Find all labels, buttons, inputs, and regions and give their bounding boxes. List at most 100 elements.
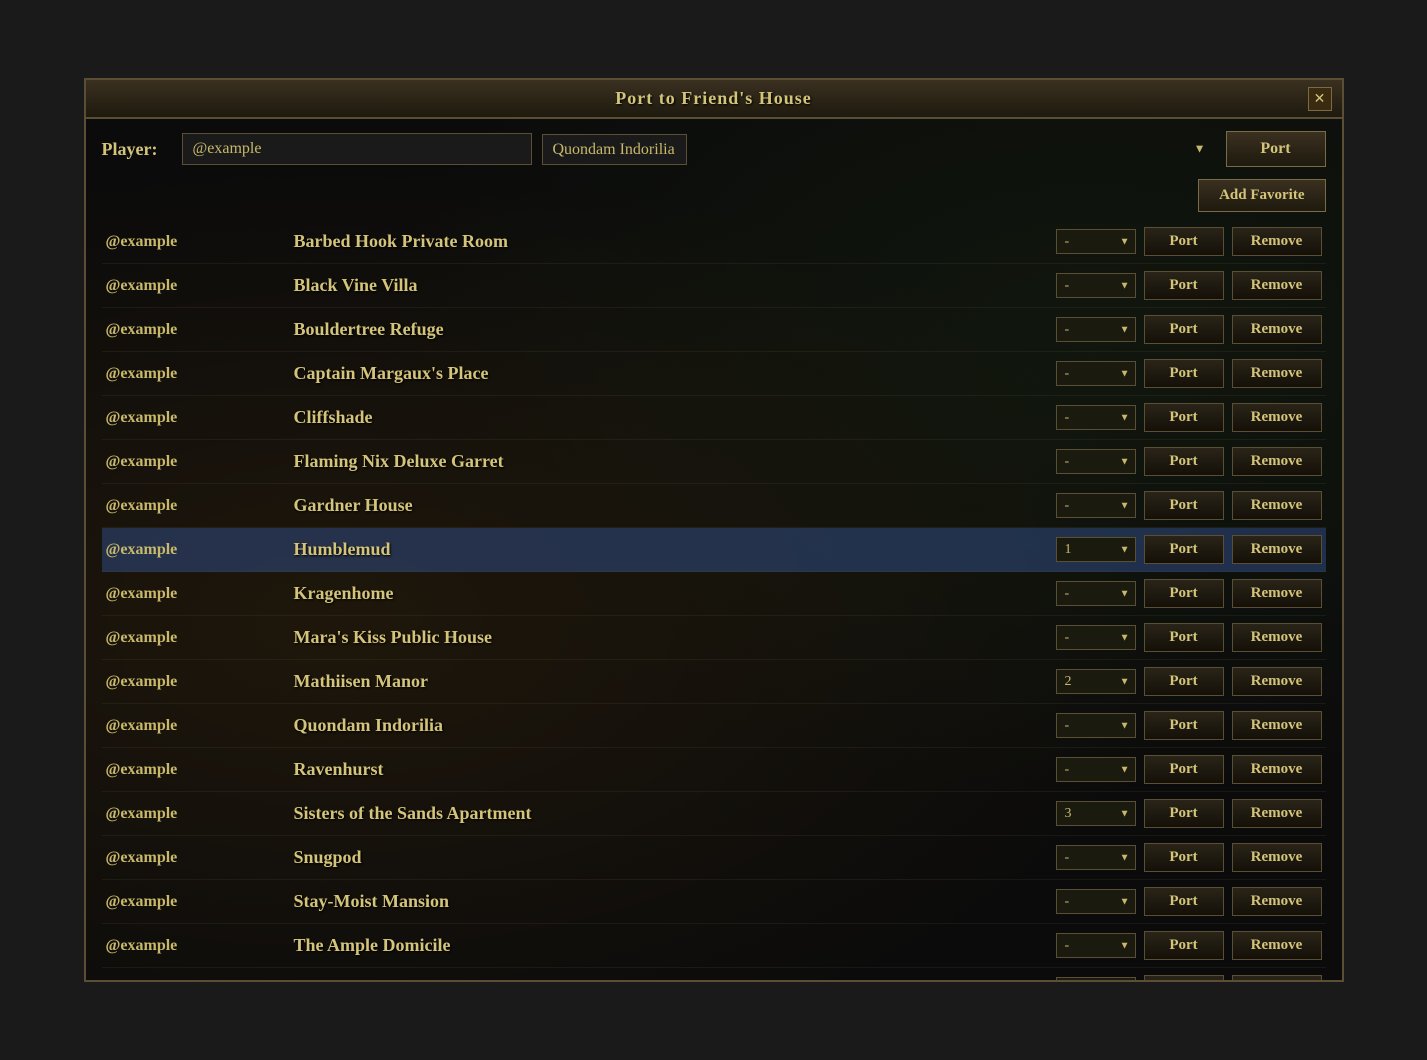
row-house-name: Snugpod [294,847,1048,868]
row-num-select[interactable]: - [1056,625,1136,650]
row-port-button[interactable]: Port [1144,447,1224,476]
row-num-select[interactable]: - [1056,493,1136,518]
row-num-wrapper: 1 [1056,537,1136,562]
row-port-col: Port [1144,975,1224,980]
row-remove-button[interactable]: Remove [1232,975,1322,980]
row-remove-button[interactable]: Remove [1232,799,1322,828]
row-remove-button[interactable]: Remove [1232,403,1322,432]
row-port-button[interactable]: Port [1144,887,1224,916]
row-port-button[interactable]: Port [1144,227,1224,256]
row-remove-button[interactable]: Remove [1232,315,1322,344]
row-port-col: Port [1144,887,1224,916]
row-remove-button[interactable]: Remove [1232,931,1322,960]
main-window: Port to Friend's House ✕ Player: Quondam… [84,78,1344,982]
row-player: @example [106,409,286,427]
row-remove-button[interactable]: Remove [1232,711,1322,740]
list-item: @example Sisters of the Sands Apartment … [102,792,1326,836]
row-remove-col: Remove [1232,975,1322,980]
row-num-select[interactable]: - [1056,273,1136,298]
row-num-select[interactable]: - [1056,757,1136,782]
row-player: @example [106,497,286,515]
row-port-button[interactable]: Port [1144,667,1224,696]
row-port-button[interactable]: Port [1144,755,1224,784]
row-remove-col: Remove [1232,535,1322,564]
row-num-select[interactable]: - [1056,889,1136,914]
row-port-button[interactable]: Port [1144,843,1224,872]
row-remove-button[interactable]: Remove [1232,447,1322,476]
row-remove-button[interactable]: Remove [1232,271,1322,300]
row-remove-col: Remove [1232,227,1322,256]
row-remove-button[interactable]: Remove [1232,579,1322,608]
row-port-button[interactable]: Port [1144,579,1224,608]
row-num-wrapper: - [1056,361,1136,386]
row-player: @example [106,453,286,471]
player-input[interactable] [182,133,532,165]
list-item: @example Gardner House - Port Remove [102,484,1326,528]
row-remove-button[interactable]: Remove [1232,227,1322,256]
row-num-select[interactable]: - [1056,317,1136,342]
row-remove-col: Remove [1232,887,1322,916]
row-remove-button[interactable]: Remove [1232,623,1322,652]
row-num-select[interactable]: 2 [1056,669,1136,694]
row-port-button[interactable]: Port [1144,623,1224,652]
main-port-button[interactable]: Port [1226,131,1326,167]
row-remove-button[interactable]: Remove [1232,535,1322,564]
row-num-select[interactable]: - [1056,977,1136,980]
row-port-col: Port [1144,491,1224,520]
row-remove-button[interactable]: Remove [1232,755,1322,784]
row-num-select[interactable]: - [1056,713,1136,738]
row-port-button[interactable]: Port [1144,799,1224,828]
row-remove-col: Remove [1232,579,1322,608]
row-house-name: Barbed Hook Private Room [294,231,1048,252]
row-port-button[interactable]: Port [1144,931,1224,960]
row-remove-col: Remove [1232,403,1322,432]
row-num-select[interactable]: 1 [1056,537,1136,562]
row-port-col: Port [1144,579,1224,608]
list-item: @example Mathiisen Manor 2 Port Remove [102,660,1326,704]
row-port-button[interactable]: Port [1144,271,1224,300]
row-num-select[interactable]: - [1056,449,1136,474]
favorites-list: @example Barbed Hook Private Room - Port… [86,220,1342,980]
row-port-col: Port [1144,843,1224,872]
title-bar: Port to Friend's House ✕ [86,80,1342,119]
row-num-wrapper: - [1056,405,1136,430]
row-house-name: Quondam Indorilia [294,715,1048,736]
row-port-button[interactable]: Port [1144,359,1224,388]
row-player: @example [106,629,286,647]
row-num-select[interactable]: 3 [1056,801,1136,826]
row-remove-button[interactable]: Remove [1232,887,1322,916]
row-port-button[interactable]: Port [1144,403,1224,432]
row-num-wrapper: - [1056,581,1136,606]
row-house-name: Stay-Moist Mansion [294,891,1048,912]
row-num-select[interactable]: - [1056,405,1136,430]
row-house-name: Bouldertree Refuge [294,319,1048,340]
list-item: @example Flaming Nix Deluxe Garret - Por… [102,440,1326,484]
row-remove-button[interactable]: Remove [1232,491,1322,520]
row-house-name: Ravenhurst [294,759,1048,780]
row-num-select[interactable]: - [1056,581,1136,606]
row-num-select[interactable]: - [1056,229,1136,254]
row-port-button[interactable]: Port [1144,711,1224,740]
list-item: @example Kragenhome - Port Remove [102,572,1326,616]
row-remove-button[interactable]: Remove [1232,359,1322,388]
row-port-button[interactable]: Port [1144,315,1224,344]
row-num-wrapper: - [1056,229,1136,254]
row-num-select[interactable]: - [1056,933,1136,958]
row-num-wrapper: - [1056,977,1136,980]
row-port-button[interactable]: Port [1144,975,1224,980]
row-remove-col: Remove [1232,843,1322,872]
row-num-select[interactable]: - [1056,845,1136,870]
close-button[interactable]: ✕ [1308,87,1332,111]
row-port-button[interactable]: Port [1144,535,1224,564]
row-num-select[interactable]: - [1056,361,1136,386]
list-item: @example Captain Margaux's Place - Port … [102,352,1326,396]
character-select[interactable]: Quondam Indorilia [542,134,687,165]
row-remove-button[interactable]: Remove [1232,667,1322,696]
row-house-name: Sisters of the Sands Apartment [294,803,1048,824]
add-favorite-button[interactable]: Add Favorite [1198,179,1325,212]
row-remove-button[interactable]: Remove [1232,843,1322,872]
row-port-button[interactable]: Port [1144,491,1224,520]
row-house-name: The Ample Domicile [294,935,1048,956]
row-remove-col: Remove [1232,447,1322,476]
row-player: @example [106,937,286,955]
